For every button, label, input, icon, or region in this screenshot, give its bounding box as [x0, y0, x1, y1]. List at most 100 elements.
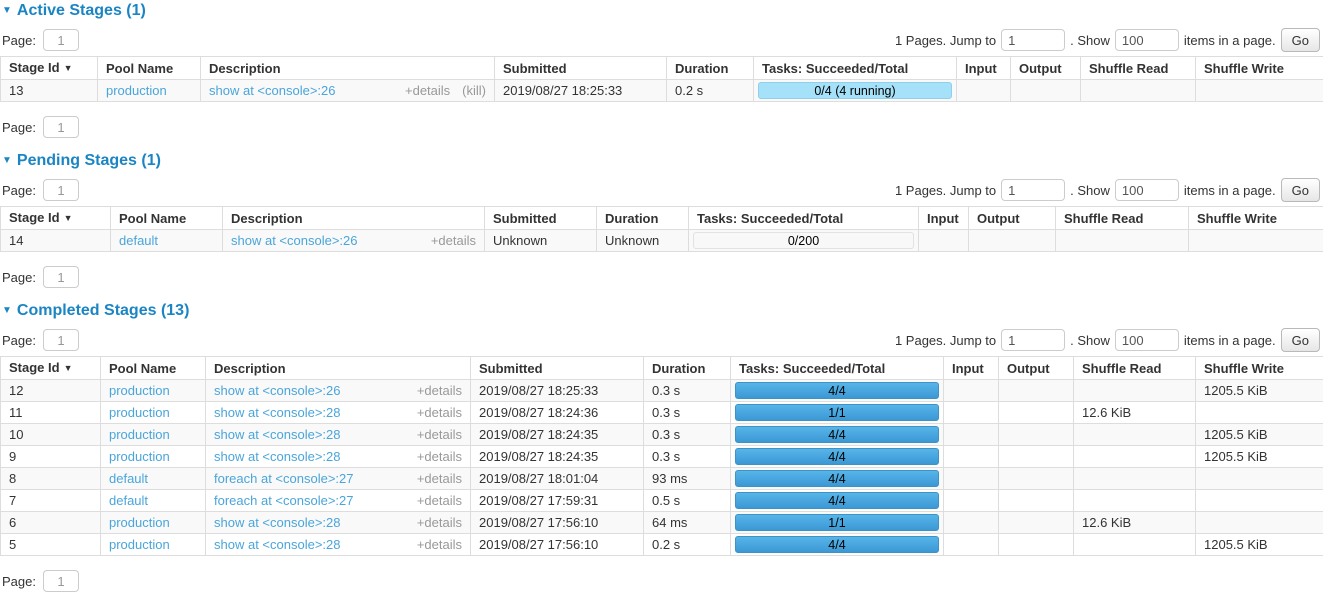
page-number-input[interactable]	[43, 179, 79, 201]
pool-name-cell: production	[101, 512, 206, 534]
column-header-label: Output	[1019, 61, 1062, 76]
details-toggle[interactable]: +details	[417, 405, 462, 420]
pool-name-cell: default	[111, 230, 223, 252]
pending-stages-heading[interactable]: ▼Pending Stages (1)	[2, 152, 1321, 170]
pool-name-link[interactable]: production	[106, 83, 167, 98]
go-button[interactable]: Go	[1281, 178, 1320, 202]
stage-description-link[interactable]: show at <console>:26	[214, 383, 340, 398]
column-header-submitted[interactable]: Submitted	[471, 357, 644, 380]
tasks-cell: 4/4	[731, 468, 944, 490]
jump-to-page-input[interactable]	[1001, 179, 1065, 201]
submitted-cell: 2019/08/27 17:56:10	[471, 534, 644, 556]
column-header-pool-name[interactable]: Pool Name	[98, 57, 201, 80]
column-header-stage-id[interactable]: Stage Id▼	[1, 57, 98, 80]
column-header-submitted[interactable]: Submitted	[495, 57, 667, 80]
details-toggle[interactable]: +details	[405, 83, 450, 98]
details-toggle[interactable]: +details	[417, 427, 462, 442]
details-toggle[interactable]: +details	[417, 383, 462, 398]
jump-to-page-input[interactable]	[1001, 329, 1065, 351]
input-cell	[944, 534, 999, 556]
shuffle-write-cell: 1205.5 KiB	[1196, 446, 1323, 468]
stage-description-link[interactable]: show at <console>:28	[214, 427, 340, 442]
shuffle-read-cell	[1074, 446, 1196, 468]
column-header-duration[interactable]: Duration	[644, 357, 731, 380]
page-label: Page:	[2, 333, 36, 348]
details-toggle[interactable]: +details	[417, 493, 462, 508]
page-number-input[interactable]	[43, 329, 79, 351]
go-button[interactable]: Go	[1281, 28, 1320, 52]
description-cell: show at <console>:28 +details	[206, 424, 471, 446]
go-button[interactable]: Go	[1281, 328, 1320, 352]
stage-description-link[interactable]: show at <console>:28	[214, 405, 340, 420]
jump-to-page-input[interactable]	[1001, 29, 1065, 51]
column-header-duration[interactable]: Duration	[667, 57, 754, 80]
column-header-input[interactable]: Input	[919, 207, 969, 230]
column-header-shuffle-write[interactable]: Shuffle Write	[1189, 207, 1323, 230]
stage-description-link[interactable]: show at <console>:26	[209, 83, 335, 98]
column-header-output[interactable]: Output	[999, 357, 1074, 380]
column-header-shuffle-write[interactable]: Shuffle Write	[1196, 357, 1323, 380]
column-header-description[interactable]: Description	[223, 207, 485, 230]
page-number-input[interactable]	[43, 116, 79, 138]
items-per-page-label: items in a page.	[1184, 33, 1276, 48]
column-header-shuffle-write[interactable]: Shuffle Write	[1196, 57, 1323, 80]
details-toggle[interactable]: +details	[417, 471, 462, 486]
shuffle-write-cell	[1196, 490, 1323, 512]
column-header-tasks-succeeded-total[interactable]: Tasks: Succeeded/Total	[731, 357, 944, 380]
page-number-input[interactable]	[43, 266, 79, 288]
column-header-stage-id[interactable]: Stage Id▼	[1, 207, 111, 230]
stage-description-link[interactable]: foreach at <console>:27	[214, 493, 354, 508]
column-header-description[interactable]: Description	[201, 57, 495, 80]
column-header-submitted[interactable]: Submitted	[485, 207, 597, 230]
column-header-pool-name[interactable]: Pool Name	[101, 357, 206, 380]
items-per-page-input[interactable]	[1115, 179, 1179, 201]
details-toggle[interactable]: +details	[417, 515, 462, 530]
stage-description-link[interactable]: show at <console>:28	[214, 515, 340, 530]
details-toggle[interactable]: +details	[417, 449, 462, 464]
column-header-output[interactable]: Output	[1011, 57, 1081, 80]
column-header-shuffle-read[interactable]: Shuffle Read	[1081, 57, 1196, 80]
column-header-output[interactable]: Output	[969, 207, 1056, 230]
stage-id-cell: 9	[1, 446, 101, 468]
pool-name-link[interactable]: default	[109, 493, 148, 508]
page-number-input[interactable]	[43, 29, 79, 51]
column-header-tasks-succeeded-total[interactable]: Tasks: Succeeded/Total	[754, 57, 957, 80]
items-per-page-input[interactable]	[1115, 329, 1179, 351]
stage-id-cell: 5	[1, 534, 101, 556]
column-header-shuffle-read[interactable]: Shuffle Read	[1074, 357, 1196, 380]
pool-name-link[interactable]: production	[109, 405, 170, 420]
details-toggle[interactable]: +details	[431, 233, 476, 248]
stage-description-link[interactable]: foreach at <console>:27	[214, 471, 354, 486]
items-per-page-input[interactable]	[1115, 29, 1179, 51]
task-progress-bar: 1/1	[735, 404, 939, 421]
pool-name-link[interactable]: default	[119, 233, 158, 248]
pool-name-link[interactable]: production	[109, 427, 170, 442]
duration-cell: 0.3 s	[644, 380, 731, 402]
kill-link[interactable]: (kill)	[462, 83, 486, 98]
active-stages-heading[interactable]: ▼Active Stages (1)	[2, 2, 1321, 20]
pool-name-link[interactable]: default	[109, 471, 148, 486]
completed-stages-heading[interactable]: ▼Completed Stages (13)	[2, 302, 1321, 320]
column-header-tasks-succeeded-total[interactable]: Tasks: Succeeded/Total	[689, 207, 919, 230]
page-number-input[interactable]	[43, 570, 79, 592]
task-progress-label: 0/200	[788, 234, 819, 248]
task-progress-bar: 4/4	[735, 536, 939, 553]
column-header-pool-name[interactable]: Pool Name	[111, 207, 223, 230]
stage-description-link[interactable]: show at <console>:28	[214, 449, 340, 464]
pool-name-link[interactable]: production	[109, 515, 170, 530]
duration-cell: 0.5 s	[644, 490, 731, 512]
collapse-icon: ▼	[2, 305, 12, 316]
column-header-input[interactable]: Input	[944, 357, 999, 380]
submitted-cell: 2019/08/27 17:59:31	[471, 490, 644, 512]
pagination-bottom: Page:	[2, 265, 1320, 289]
stage-description-link[interactable]: show at <console>:26	[231, 233, 357, 248]
submitted-cell: 2019/08/27 18:25:33	[471, 380, 644, 402]
column-header-description[interactable]: Description	[206, 357, 471, 380]
pool-name-link[interactable]: production	[109, 383, 170, 398]
column-header-duration[interactable]: Duration	[597, 207, 689, 230]
column-header-shuffle-read[interactable]: Shuffle Read	[1056, 207, 1189, 230]
column-header-stage-id[interactable]: Stage Id▼	[1, 357, 101, 380]
pool-name-cell: production	[101, 402, 206, 424]
pool-name-link[interactable]: production	[109, 449, 170, 464]
column-header-input[interactable]: Input	[957, 57, 1011, 80]
